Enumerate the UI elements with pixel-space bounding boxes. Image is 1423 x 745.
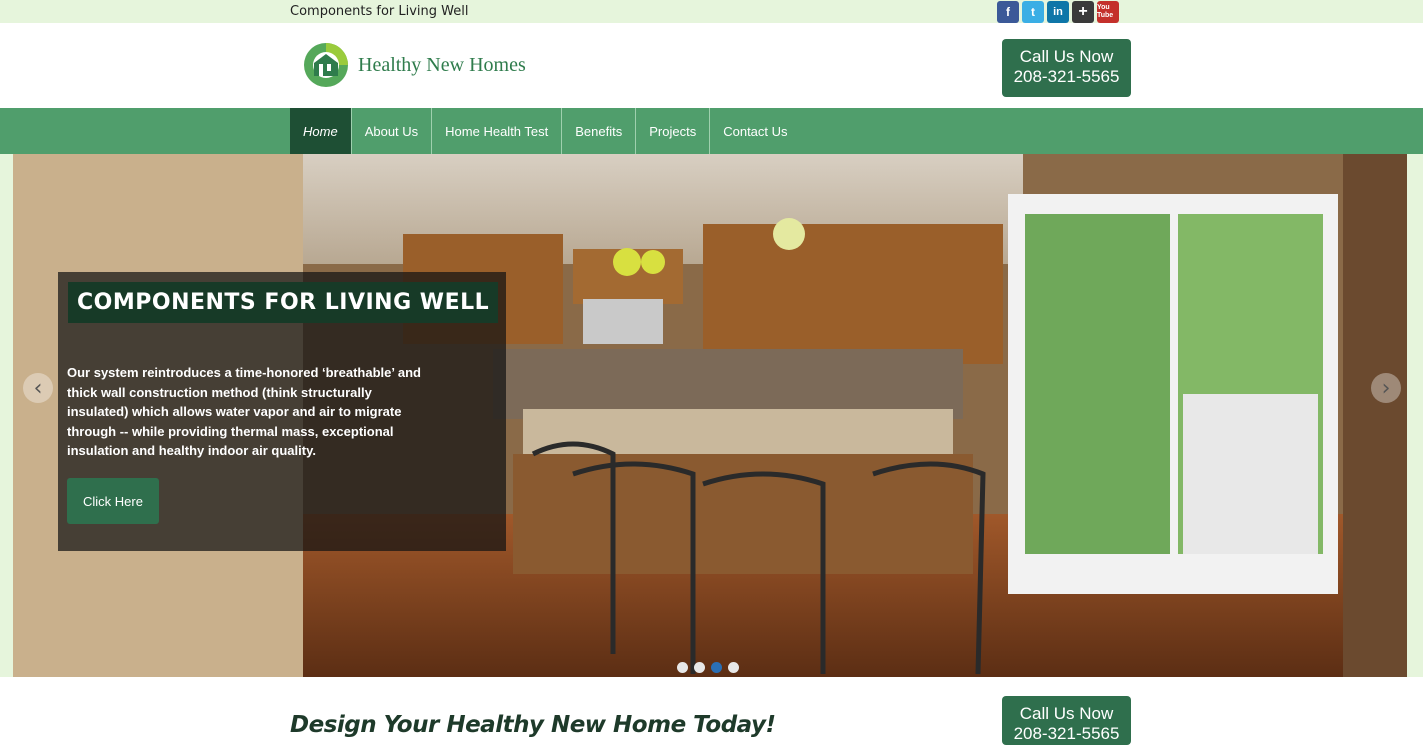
nav-item-home-health-test[interactable]: Home Health Test: [432, 108, 563, 154]
call-label: Call Us Now: [1019, 704, 1114, 723]
site-logo[interactable]: Healthy New Homes: [303, 42, 526, 88]
prev-slide-arrow-icon[interactable]: ‹: [23, 373, 53, 403]
top-bar: Components for Living Well f t in + You …: [0, 0, 1423, 23]
content-section: Design Your Healthy New Home Today! Call…: [0, 677, 1423, 745]
logo-text: Healthy New Homes: [358, 53, 526, 76]
linkedin-icon[interactable]: in: [1047, 1, 1069, 23]
nav-item-projects[interactable]: Projects: [636, 108, 711, 154]
nav-item-home[interactable]: Home: [290, 108, 352, 154]
nav-item-benefits[interactable]: Benefits: [562, 108, 637, 154]
slide-dot[interactable]: [694, 662, 705, 673]
slide-dot-active[interactable]: [711, 662, 722, 673]
next-slide-arrow-icon[interactable]: ›: [1371, 373, 1401, 403]
site-tagline: Components for Living Well: [290, 4, 469, 19]
slide-description: Our system reintroduces a time-honored ‘…: [67, 365, 421, 458]
site-header: Healthy New Homes Call Us Now 208-321-55…: [0, 23, 1423, 108]
youtube-icon[interactable]: You Tube: [1097, 1, 1119, 23]
phone-number: 208-321-5565: [1013, 67, 1120, 86]
section-heading: Design Your Healthy New Home Today!: [290, 712, 776, 738]
facebook-icon[interactable]: f: [997, 1, 1019, 23]
call-us-button[interactable]: Call Us Now 208-321-5565: [1002, 39, 1131, 97]
nav-item-about-us[interactable]: About Us: [352, 108, 433, 154]
hero-slider: COMPONENTS FOR LIVING WELL Our system re…: [13, 154, 1407, 677]
social-links: f t in + You Tube: [997, 1, 1119, 23]
slide-title: COMPONENTS FOR LIVING WELL: [68, 282, 499, 323]
main-nav: Home About Us Home Health Test Benefits …: [0, 108, 1423, 154]
house-leaf-logo-icon: [304, 43, 348, 87]
slide-dot[interactable]: [728, 662, 739, 673]
slide-caption: COMPONENTS FOR LIVING WELL Our system re…: [58, 272, 506, 551]
phone-number: 208-321-5565: [1013, 724, 1120, 743]
twitter-icon[interactable]: t: [1022, 1, 1044, 23]
google-plus-icon[interactable]: +: [1072, 1, 1094, 23]
nav-item-contact-us[interactable]: Contact Us: [710, 108, 800, 154]
call-label: Call Us Now: [1019, 47, 1114, 66]
click-here-button[interactable]: Click Here: [67, 478, 159, 524]
slide-dot[interactable]: [677, 662, 688, 673]
call-us-button-secondary[interactable]: Call Us Now 208-321-5565: [1002, 696, 1131, 745]
slide-indicators: [677, 662, 739, 673]
